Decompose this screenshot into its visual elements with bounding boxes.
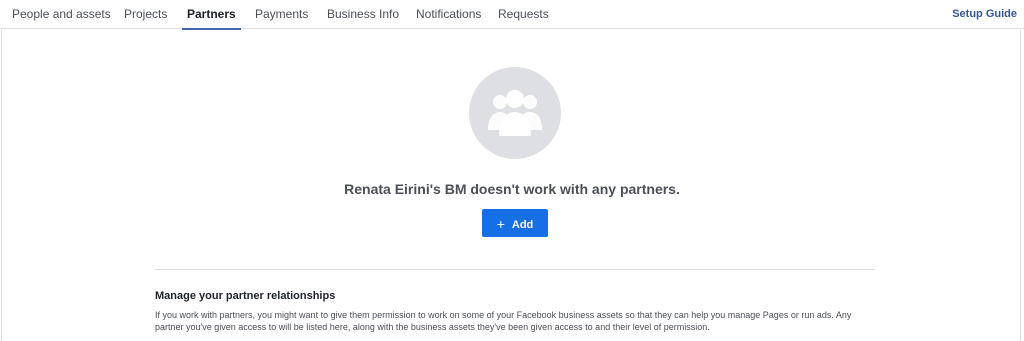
setup-guide-link[interactable]: Setup Guide — [952, 0, 1017, 28]
tab-notifications[interactable]: Notifications — [416, 0, 481, 29]
tab-partners[interactable]: Partners — [182, 0, 241, 30]
empty-state-message: Renata Eirini's BM doesn't work with any… — [344, 181, 680, 197]
section-title: Manage your partner relationships — [155, 290, 336, 302]
plus-icon: + — [496, 216, 505, 232]
add-partner-button[interactable]: + Add — [482, 209, 548, 237]
people-group-icon — [488, 90, 542, 136]
top-navigation: People and assets Projects Partners Paym… — [0, 0, 1024, 30]
tab-people-and-assets[interactable]: People and assets — [12, 0, 111, 29]
section-description: If you work with partners, you might wan… — [155, 310, 852, 332]
tab-requests[interactable]: Requests — [498, 0, 549, 29]
tab-projects[interactable]: Projects — [124, 0, 167, 29]
add-button-label: Add — [511, 219, 534, 231]
partners-illustration — [469, 67, 561, 159]
tab-payments[interactable]: Payments — [255, 0, 308, 29]
tab-business-info[interactable]: Business Info — [327, 0, 399, 29]
section-divider — [155, 269, 875, 270]
